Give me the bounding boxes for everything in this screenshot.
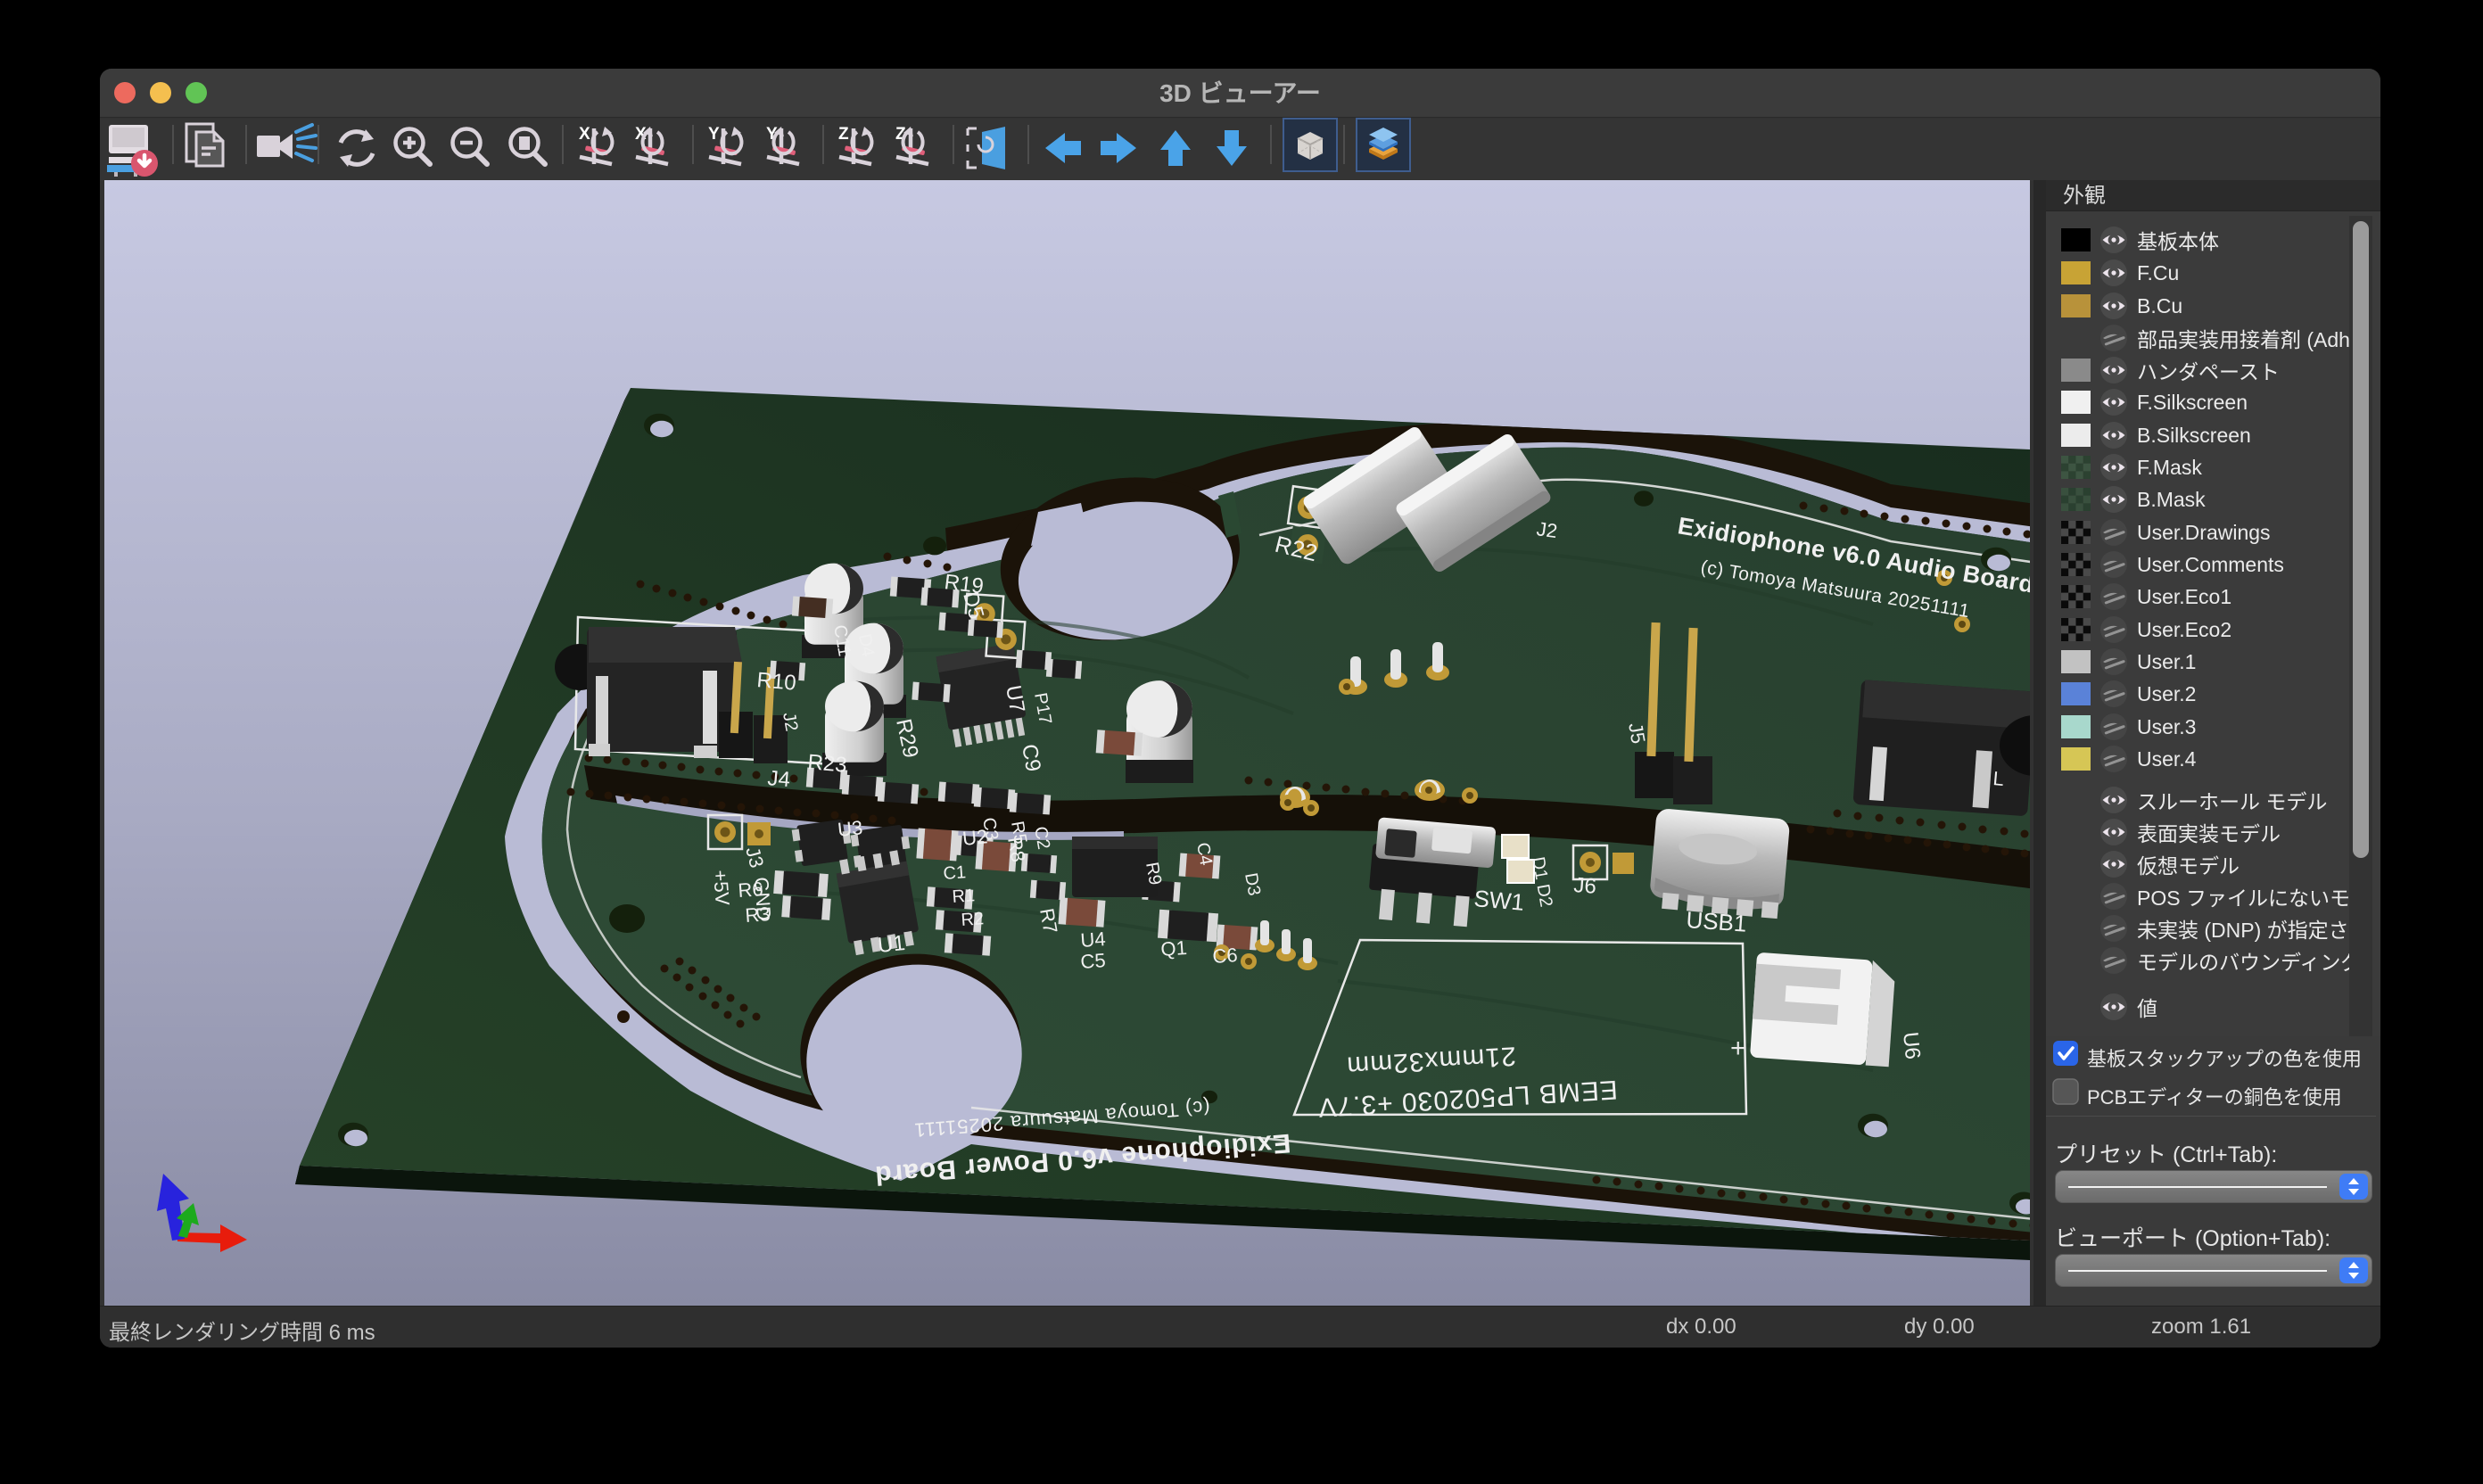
svg-text:J2: J2 (1535, 517, 1559, 542)
svg-text:L: L (1992, 767, 2005, 790)
svg-text:R23: R23 (806, 750, 847, 778)
svg-text:C2: C2 (1030, 825, 1053, 851)
svg-text:R1: R1 (952, 886, 976, 907)
svg-text:Z: Z (838, 125, 849, 144)
svg-text:+5V: +5V (709, 870, 734, 907)
svg-text:R7: R7 (1035, 907, 1062, 936)
svg-text:D4: D4 (854, 632, 878, 658)
svg-text:R9: R9 (1142, 861, 1165, 886)
svg-text:R6: R6 (738, 878, 764, 902)
svg-text:X: X (579, 125, 590, 144)
svg-text:R2: R2 (961, 909, 985, 930)
svg-text:+: + (1730, 1034, 1746, 1063)
svg-text:U6: U6 (1898, 1031, 1925, 1060)
svg-text:C6: C6 (1212, 944, 1239, 968)
svg-text:C9: C9 (1017, 742, 1045, 773)
svg-text:C1: C1 (943, 862, 967, 884)
svg-text:J6: J6 (1573, 873, 1597, 899)
svg-text:R3: R3 (745, 903, 771, 927)
svg-text:U4: U4 (1080, 928, 1107, 952)
svg-text:U7: U7 (1001, 683, 1029, 714)
svg-text:R5: R5 (1007, 820, 1030, 845)
svg-text:USB1: USB1 (1686, 906, 1748, 937)
svg-text:J2: J2 (779, 711, 801, 733)
svg-text:Q1: Q1 (1160, 936, 1188, 960)
svg-text:U3: U3 (837, 816, 864, 841)
svg-text:J4: J4 (766, 766, 791, 792)
svg-text:SW1: SW1 (1472, 885, 1525, 916)
svg-text:C5: C5 (1080, 949, 1107, 973)
svg-text:U1: U1 (877, 931, 906, 958)
svg-text:C3: C3 (978, 816, 1002, 842)
svg-text:R10: R10 (755, 668, 796, 696)
svg-text:C4: C4 (1192, 841, 1216, 867)
svg-text:Y: Y (708, 125, 720, 144)
svg-text:J5: J5 (1624, 721, 1650, 746)
svg-text:D3: D3 (1241, 871, 1264, 897)
